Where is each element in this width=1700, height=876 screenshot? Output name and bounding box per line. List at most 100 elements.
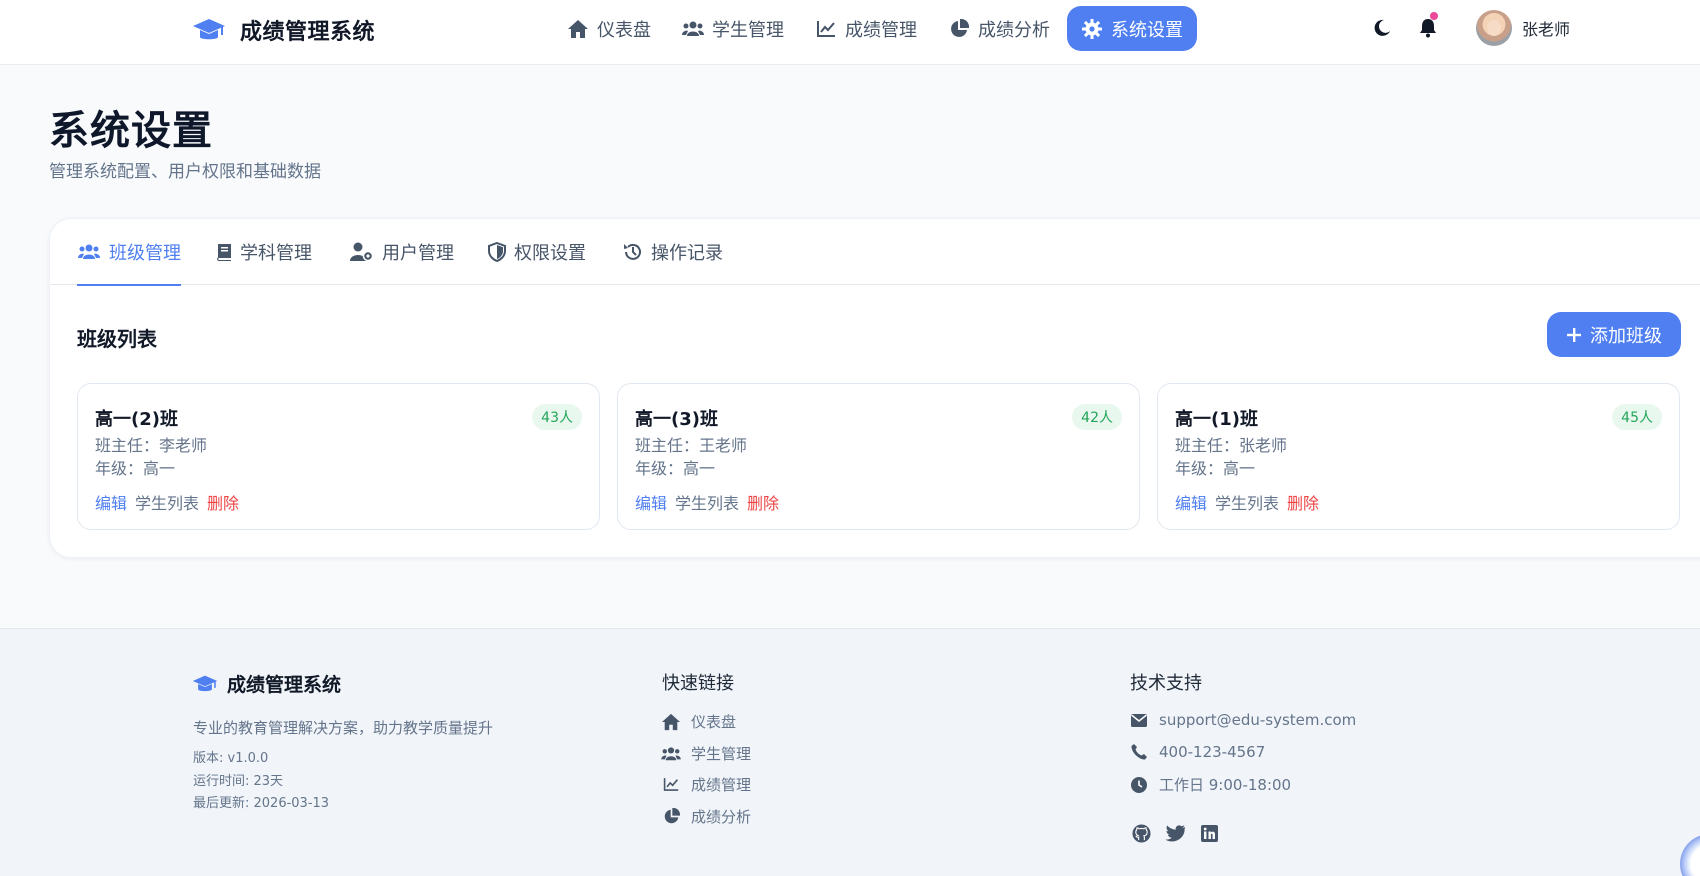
tab-label: 操作记录	[651, 243, 723, 264]
nav-settings[interactable]: 系统设置	[1067, 6, 1197, 51]
tab-label: 权限设置	[514, 243, 586, 264]
plus-icon	[1566, 327, 1582, 343]
pie-chart-icon	[948, 18, 970, 40]
class-card: 高一(3)班 42人 班主任：王老师 年级：高一 编辑 学生列表 删除	[617, 383, 1140, 530]
graduation-cap-icon	[192, 17, 226, 43]
support-phone-text: 400-123-4567	[1159, 743, 1266, 761]
user-cog-icon	[350, 242, 374, 262]
theme-toggle-button[interactable]	[1364, 10, 1400, 46]
tab-label: 班级管理	[109, 243, 181, 264]
nav-students[interactable]: 学生管理	[668, 6, 798, 51]
support-hours-text: 工作日 9:00-18:00	[1159, 776, 1292, 794]
footer-link-label: 成绩分析	[691, 808, 752, 826]
nav-label: 系统设置	[1111, 19, 1183, 41]
class-grade: 年级：高一	[635, 459, 716, 478]
footer: 成绩管理系统 专业的教育管理解决方案，助力教学质量提升 版本: v1.0.0 运…	[0, 628, 1700, 876]
notification-dot	[1430, 12, 1438, 20]
page-subtitle: 管理系统配置、用户权限和基础数据	[49, 162, 321, 182]
tab-class-management[interactable]: 班级管理	[77, 219, 181, 286]
brand[interactable]: 成绩管理系统	[192, 14, 375, 46]
class-card: 高一(1)班 45人 班主任：张老师 年级：高一 编辑 学生列表 删除	[1157, 383, 1680, 530]
footer-link-label: 学生管理	[691, 745, 752, 763]
edit-link[interactable]: 编辑	[95, 490, 127, 514]
users-icon	[77, 243, 101, 261]
add-class-label: 添加班级	[1590, 325, 1662, 347]
class-teacher: 班主任：张老师	[1175, 436, 1288, 455]
footer-brand: 成绩管理系统	[192, 670, 341, 697]
linkedin-icon[interactable]	[1198, 822, 1220, 844]
footer-link-analysis[interactable]: 成绩分析	[661, 806, 751, 827]
tab-user-management[interactable]: 用户管理	[350, 219, 454, 285]
shield-icon	[488, 242, 506, 262]
student-list-link[interactable]: 学生列表	[675, 490, 739, 514]
support-email[interactable]: support@edu-system.com	[1129, 711, 1356, 729]
user-menu[interactable]: 张老师	[1476, 10, 1570, 46]
quick-links-title: 快速链接	[662, 673, 734, 694]
nav-dashboard[interactable]: 仪表盘	[553, 6, 665, 51]
last-updated-text: 最后更新: 2026-03-13	[193, 796, 330, 811]
nav-grades[interactable]: 成绩管理	[801, 6, 931, 51]
footer-link-dashboard[interactable]: 仪表盘	[661, 711, 736, 732]
page-title: 系统设置	[49, 108, 213, 154]
class-teacher: 班主任：王老师	[635, 436, 748, 455]
edit-link[interactable]: 编辑	[635, 490, 667, 514]
support-title: 技术支持	[1130, 673, 1202, 694]
nav-label: 仪表盘	[597, 19, 651, 41]
username: 张老师	[1522, 20, 1571, 39]
footer-link-students[interactable]: 学生管理	[661, 743, 751, 764]
settings-tabs: 班级管理 学科管理 用户管理 权限设置 操作记录	[50, 219, 1700, 286]
footer-link-label: 成绩管理	[691, 776, 752, 794]
class-name: 高一(1)班	[1175, 409, 1258, 430]
nav-label: 成绩管理	[845, 19, 917, 41]
class-name: 高一(3)班	[635, 409, 718, 430]
nav-analysis[interactable]: 成绩分析	[934, 6, 1064, 51]
line-chart-icon	[815, 18, 837, 40]
top-navbar: 成绩管理系统 仪表盘 学生管理 成绩管理 成绩分析 系统设置 张老师	[0, 0, 1700, 65]
class-grade: 年级：高一	[1175, 459, 1256, 478]
history-icon	[623, 242, 643, 262]
student-list-link[interactable]: 学生列表	[135, 490, 199, 514]
footer-brand-name: 成绩管理系统	[227, 674, 342, 696]
tab-subject-management[interactable]: 学科管理	[216, 219, 312, 285]
notifications-button[interactable]	[1410, 10, 1446, 46]
student-count-badge: 43人	[532, 404, 582, 430]
header-actions: 张老师	[1364, 10, 1570, 46]
delete-link[interactable]: 删除	[1287, 490, 1319, 514]
github-icon[interactable]	[1130, 822, 1152, 844]
footer-link-grades[interactable]: 成绩管理	[661, 774, 751, 795]
support-phone[interactable]: 400-123-4567	[1129, 743, 1265, 761]
mail-icon	[1129, 713, 1149, 727]
users-icon	[682, 18, 704, 40]
line-chart-icon	[661, 777, 681, 792]
avatar	[1476, 10, 1512, 46]
main-nav: 仪表盘 学生管理 成绩管理 成绩分析 系统设置	[553, 6, 1200, 51]
delete-link[interactable]: 删除	[747, 490, 779, 514]
twitter-icon[interactable]	[1164, 822, 1186, 844]
student-list-link[interactable]: 学生列表	[1215, 490, 1279, 514]
phone-icon	[1129, 744, 1149, 760]
tab-label: 学科管理	[240, 243, 312, 264]
bell-icon	[1419, 18, 1437, 38]
social-links	[1130, 822, 1220, 844]
edit-link[interactable]: 编辑	[1175, 490, 1207, 514]
settings-card: 班级管理 学科管理 用户管理 权限设置 操作记录 班级列表 添加班级 高一(2)…	[49, 218, 1700, 558]
users-icon	[661, 746, 681, 762]
class-name: 高一(2)班	[95, 409, 178, 430]
student-count-badge: 45人	[1612, 404, 1662, 430]
pie-chart-icon	[661, 808, 681, 825]
book-icon	[216, 243, 232, 262]
graduation-cap-icon	[192, 674, 218, 694]
add-class-button[interactable]: 添加班级	[1547, 312, 1681, 357]
delete-link[interactable]: 删除	[207, 490, 239, 514]
footer-description: 专业的教育管理解决方案，助力教学质量提升	[193, 719, 494, 737]
section-title: 班级列表	[77, 327, 157, 351]
class-grade: 年级：高一	[95, 459, 176, 478]
student-count-badge: 42人	[1072, 404, 1122, 430]
tab-operation-log[interactable]: 操作记录	[623, 219, 723, 285]
tab-label: 用户管理	[382, 243, 454, 264]
class-actions: 编辑 学生列表 删除	[635, 490, 779, 514]
version-text: 版本: v1.0.0	[193, 751, 269, 766]
moon-icon	[1373, 19, 1391, 37]
support-hours: 工作日 9:00-18:00	[1129, 774, 1291, 795]
tab-permission-settings[interactable]: 权限设置	[488, 219, 586, 285]
